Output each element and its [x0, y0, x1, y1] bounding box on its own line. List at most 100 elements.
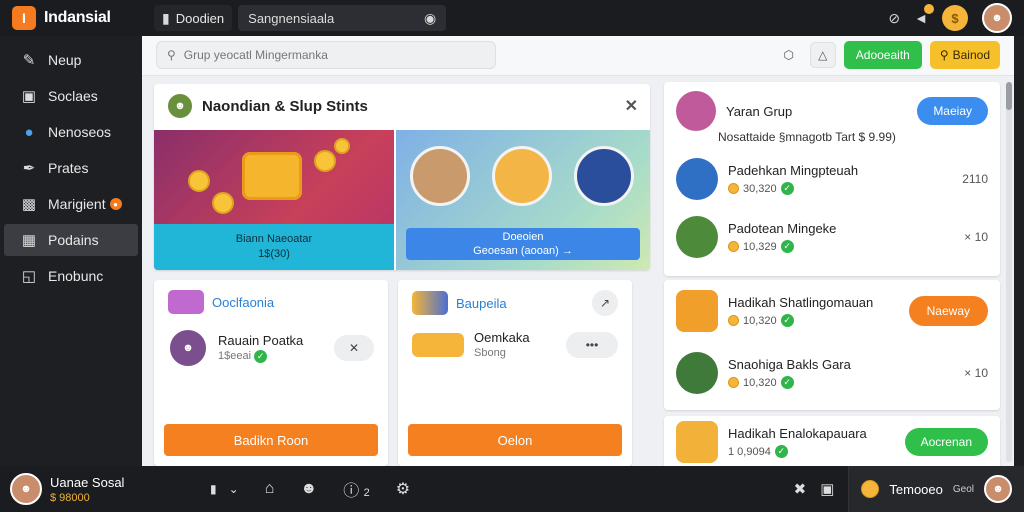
user-avatar: [676, 352, 718, 394]
list-item[interactable]: Hadikah Shatlingomauan 10,320 ✓ Naeway: [664, 280, 1000, 342]
chat-icon[interactable]: ◉: [424, 10, 436, 27]
scrollbar-thumb[interactable]: [1006, 82, 1012, 110]
user-avatar[interactable]: ☻: [982, 3, 1012, 33]
sidebar-item-enobunc[interactable]: ◱ Enobunc: [4, 260, 138, 292]
feature-header: ☻ Naondian & Slup Stints ✕: [154, 84, 650, 128]
card-header: Ooclfaonia: [154, 280, 388, 324]
sidebar-item-marigient[interactable]: ▩ Marigient ●: [4, 188, 138, 220]
folder-icon: ▣: [21, 88, 37, 105]
coin-icon: [728, 241, 739, 252]
user-avatar: ☻: [168, 328, 208, 368]
main-content: ⚲ Grup yeocatl Mingermanka ⬡ △ Adooeaith…: [142, 36, 1014, 466]
notification-badge: ●: [109, 198, 122, 210]
banner-gift-sub: 1$(30): [258, 248, 290, 260]
banner-gift-title: Biann Naeoatar: [235, 233, 313, 245]
banner-characters-title: Doeoien: [502, 231, 544, 243]
card-item-name: Oemkaka: [474, 330, 530, 345]
clock-icon[interactable]: ⊘: [888, 10, 900, 27]
bottom-bar: ☻ Uanae Sosal $ 98000 ▮ ⌄ ⌂ ☻ ⓘ 2 ⚙ ✖ ▣ …: [0, 466, 1024, 512]
top-right-controls: ⊘ ◄ $ ☻: [888, 3, 1024, 33]
settings-icon[interactable]: ⚙: [396, 479, 410, 499]
mic-icon[interactable]: ▮: [210, 482, 217, 496]
card-item-row: Oemkaka Sbong •••: [398, 326, 632, 363]
pencil-icon: ✎: [22, 52, 36, 69]
chevron-down-icon[interactable]: ⌄: [229, 482, 239, 496]
card-header-label: Ooclfaonia: [212, 294, 275, 310]
tools-icon[interactable]: ✖: [794, 480, 807, 498]
settings-icon[interactable]: ⬡: [776, 42, 802, 68]
box-icon: ▦: [21, 232, 37, 249]
banner-gift-bar: Biann Naeoatar 1$(30): [154, 224, 394, 270]
sidebar-item-label: Enobunc: [48, 268, 104, 284]
arrow-icon[interactable]: ↗: [592, 290, 618, 316]
more-icon[interactable]: •••: [566, 331, 618, 358]
coin-balance-icon[interactable]: $: [942, 5, 968, 31]
list-item-title: Hadikah Shatlingomauan: [728, 295, 874, 310]
coins-icon: [412, 332, 464, 357]
search-button[interactable]: ⚲ Bainod: [929, 41, 1000, 69]
coin-icon: [861, 480, 880, 498]
sidebar-item-soclaes[interactable]: ▣ Soclaes: [4, 80, 138, 112]
search-icon: ⚲: [167, 48, 176, 62]
scrollbar[interactable]: [1006, 82, 1012, 462]
magnifier-icon: ⚲: [939, 48, 949, 62]
card-left-button[interactable]: Badikn Roon: [164, 424, 378, 456]
bottom-chat[interactable]: Temooeo Geol ☻: [848, 466, 1024, 512]
offers-card: Hadikah Shatlingomauan 10,320 ✓ Naeway Sn…: [664, 280, 1000, 410]
chest-icon: [676, 290, 718, 332]
character-avatar: [410, 146, 470, 206]
close-icon[interactable]: ✕: [334, 335, 374, 361]
list-item-button[interactable]: Naeway: [908, 296, 988, 326]
globe-icon: ●: [24, 123, 34, 141]
sidebar-item-nenoseos[interactable]: ● Nenoseos: [4, 116, 138, 148]
list-item[interactable]: Hadikah Enalokapauara 1 0,9094 ✓ Aocrenan: [664, 416, 1000, 466]
card-baupeila: Baupeila ↗ Oemkaka Sbong ••• Oelon: [398, 280, 632, 466]
list-item[interactable]: Padotean Mingeke 10,329 ✓ × 10: [664, 208, 1000, 266]
check-icon: ✓: [780, 314, 794, 327]
list-item-button[interactable]: Aocrenan: [904, 428, 988, 456]
character-avatar: [574, 146, 634, 206]
search-input[interactable]: ⚲ Grup yeocatl Mingermanka: [156, 41, 496, 69]
bell-icon[interactable]: △: [809, 42, 836, 68]
check-icon: ✓: [254, 350, 268, 363]
list-item[interactable]: Snaohiga Bakls Gara 10,320 ✓ × 10: [664, 342, 1000, 404]
banner-characters-bar[interactable]: Doeoien Geoesan (aooan) →: [406, 228, 640, 260]
user-avatar[interactable]: ☻: [984, 475, 1012, 503]
top-search-field[interactable]: Sangnensiaala ◉: [238, 5, 447, 31]
top-tab[interactable]: ▮ Doodien: [154, 5, 233, 31]
feature-avatar: ☻: [166, 92, 194, 120]
add-button[interactable]: Adooeaith: [843, 41, 922, 69]
group-button[interactable]: Maeiay: [917, 97, 988, 125]
close-icon[interactable]: ✕: [625, 96, 638, 116]
current-user[interactable]: ☻ Uanae Sosal $ 98000: [0, 473, 200, 505]
user-avatar: ☻: [10, 473, 42, 505]
user-coins: $ 98000: [50, 491, 90, 504]
card-header: Baupeila ↗: [398, 280, 632, 326]
list-item-title: Hadikah Enalokapauara: [728, 426, 867, 441]
banner-characters[interactable]: Doeoien Geoesan (aooan) →: [396, 130, 650, 270]
gift-box-icon: [242, 152, 302, 200]
sidebar-item-prates[interactable]: ✒ Prates: [4, 152, 138, 184]
sidebar-item-label: Marigient: [48, 196, 106, 212]
info-count: 2: [363, 487, 370, 499]
list-item-title: Padotean Mingeke: [728, 221, 837, 236]
brand[interactable]: I Indansial: [0, 6, 146, 30]
sidebar-item-label: Podains: [48, 232, 99, 248]
card-mid-button[interactable]: Oelon: [408, 424, 622, 456]
sound-icon[interactable]: ◄: [914, 4, 934, 26]
screen-icon[interactable]: ▣: [820, 480, 834, 498]
sidebar-item-label: Nenoseos: [48, 124, 112, 140]
home-icon[interactable]: ⌂: [265, 480, 275, 498]
group-avatar: [676, 91, 716, 131]
coin-icon: [728, 377, 739, 388]
sidebar-item-neup[interactable]: ✎ Neup: [4, 44, 138, 76]
info-icon[interactable]: ⓘ 2: [343, 477, 370, 501]
sidebar-item-label: Soclaes: [48, 88, 98, 104]
coin-icon: [334, 138, 350, 154]
list-item[interactable]: Padehkan Mingpteuah 30,320 ✓ 2110: [664, 150, 1000, 208]
emoji-icon[interactable]: ☻: [300, 480, 317, 498]
banner-gift[interactable]: Biann Naeoatar 1$(30): [154, 130, 394, 270]
list-item-sub: 10,320 ✓: [728, 376, 851, 389]
treasure-icon: [492, 146, 552, 206]
sidebar-item-podains[interactable]: ▦ Podains: [4, 224, 138, 256]
